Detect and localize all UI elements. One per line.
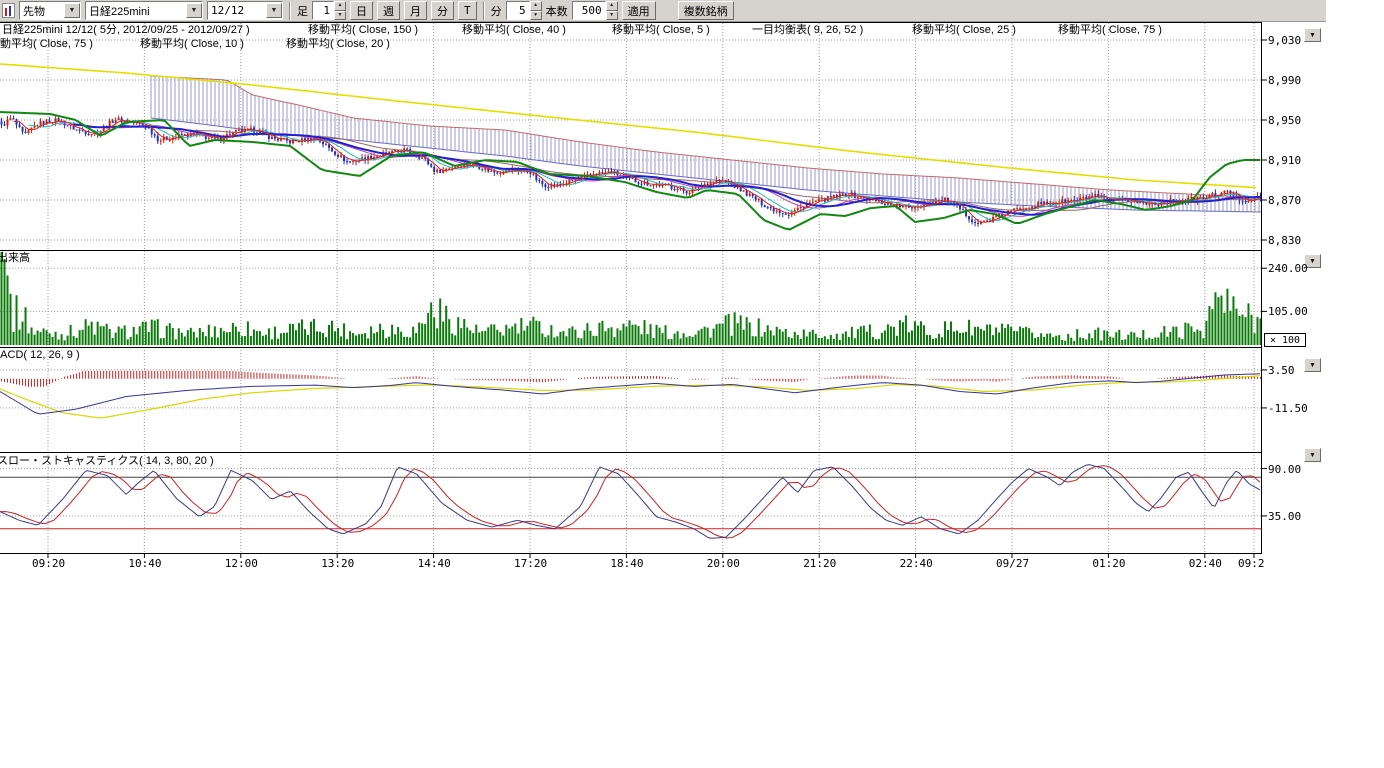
apply-button[interactable]: 適用 [622, 1, 656, 20]
price-axis-label: 8,990 [1268, 74, 1301, 87]
chevron-down-icon[interactable]: ▼ [266, 3, 282, 18]
contract-select[interactable]: 12/12 ▼ [207, 1, 283, 20]
spin-down-icon[interactable]: ▼ [334, 11, 346, 21]
chart-icon[interactable] [2, 3, 15, 18]
price-legend-item: 移動平均( Close, 20 ) [286, 38, 390, 51]
time-axis-label: 17:20 [514, 557, 547, 570]
price-axis-label: 9,030 [1268, 34, 1301, 47]
macd-panel-title: MACD( 12, 26, 9 ) [0, 349, 80, 362]
spin-down-icon[interactable]: ▼ [530, 11, 542, 21]
chevron-down-icon: ▼ [1309, 452, 1316, 459]
contract-select-value: 12/12 [211, 4, 244, 17]
spin-down-icon[interactable]: ▼ [606, 11, 618, 21]
price-axis-label: 8,910 [1268, 154, 1301, 167]
minutes-value[interactable]: 5 [506, 1, 530, 20]
price-legend-item: 移動平均( Close, 75 ) [1058, 24, 1162, 37]
stoch-axis-label: 90.00 [1268, 463, 1301, 476]
stoch-axis-label: 35.00 [1268, 510, 1301, 523]
time-axis-label: 13:20 [321, 557, 354, 570]
chart-canvas[interactable] [0, 22, 1330, 562]
period-week-button[interactable]: 週 [377, 1, 400, 20]
time-axis-label: 12:00 [225, 557, 258, 570]
period-tick-button[interactable]: T [458, 1, 477, 20]
time-axis-label: 14:40 [418, 557, 451, 570]
stoch-panel-title: スロー・ストキャスティクス( 14, 3, 80, 20 ) [0, 455, 214, 468]
price-legend-item: 移動平均( Close, 25 ) [912, 24, 1016, 37]
time-axis-label: 09:20 [32, 557, 65, 570]
volume-axis-label: 240.00 [1268, 262, 1308, 275]
spin-up-icon[interactable]: ▲ [530, 1, 542, 11]
bars-spinner[interactable]: 500 ▲ ▼ [572, 1, 618, 20]
price-legend-item: 日経225mini 12/12( 5分, 2012/09/25 - 2012/0… [2, 24, 250, 37]
price-legend-item: 一目均衡表( 9, 26, 52 ) [752, 24, 863, 37]
price-legend-item: 移動平均( Close, 75 ) [0, 38, 93, 51]
time-axis-label: 21:20 [803, 557, 836, 570]
macd-axis-label: 3.50 [1268, 364, 1295, 377]
category-select[interactable]: 先物 ▼ [19, 1, 81, 20]
chevron-down-icon: ▼ [1309, 362, 1316, 369]
category-select-value: 先物 [23, 3, 45, 19]
volume-unit-badge: × 100 [1264, 333, 1306, 347]
price-legend-item: 移動平均( Close, 150 ) [308, 24, 418, 37]
trading-chart-window: 先物 ▼ 日経225mini ▼ 12/12 ▼ 足 1 ▲ ▼ 日 週 月 分… [0, 0, 1384, 768]
period-month-button[interactable]: 月 [404, 1, 427, 20]
minutes-label: 分 [491, 3, 502, 19]
macd-panel-menu-button[interactable]: ▼ [1304, 358, 1321, 372]
toolbar-separator [483, 2, 485, 20]
spin-up-icon[interactable]: ▲ [334, 1, 346, 11]
chevron-down-icon[interactable]: ▼ [186, 3, 202, 18]
spin-up-icon[interactable]: ▲ [606, 1, 618, 11]
multi-symbol-button[interactable]: 複数銘柄 [678, 1, 734, 20]
chevron-down-icon: ▼ [1309, 32, 1316, 39]
symbol-select-value: 日経225mini [89, 3, 150, 19]
bars-label: 本数 [546, 3, 568, 19]
chevron-down-icon: ▼ [1309, 258, 1316, 265]
price-axis-label: 8,870 [1268, 194, 1301, 207]
price-axis-label: 8,830 [1268, 234, 1301, 247]
period-minute-button[interactable]: 分 [431, 1, 454, 20]
time-axis-label: 01:20 [1092, 557, 1125, 570]
time-axis-label: 20:00 [707, 557, 740, 570]
stoch-panel-menu-button[interactable]: ▼ [1304, 448, 1321, 462]
time-axis-label: 18:40 [610, 557, 643, 570]
time-axis-label: 02:40 [1189, 557, 1222, 570]
macd-axis-label: -11.50 [1268, 402, 1308, 415]
price-legend-item: 移動平均( Close, 10 ) [140, 38, 244, 51]
period-day-button[interactable]: 日 [350, 1, 373, 20]
time-axis-label: 09:2 [1238, 557, 1265, 570]
time-axis-label: 10:40 [128, 557, 161, 570]
price-legend-item: 移動平均( Close, 40 ) [462, 24, 566, 37]
bars-value[interactable]: 500 [572, 1, 606, 20]
volume-axis-label: 105.00 [1268, 305, 1308, 318]
bar-type-label: 足 [297, 3, 308, 19]
chevron-down-icon[interactable]: ▼ [64, 3, 80, 18]
toolbar: 先物 ▼ 日経225mini ▼ 12/12 ▼ 足 1 ▲ ▼ 日 週 月 分… [0, 0, 1326, 22]
time-axis-label: 22:40 [900, 557, 933, 570]
minutes-spinner[interactable]: 5 ▲ ▼ [506, 1, 542, 20]
bar-count-value[interactable]: 1 [312, 1, 334, 20]
volume-panel-title: 出来高 [0, 252, 30, 265]
bar-count-spinner[interactable]: 1 ▲ ▼ [312, 1, 346, 20]
price-panel-menu-button[interactable]: ▼ [1304, 28, 1321, 42]
price-axis-label: 8,950 [1268, 114, 1301, 127]
time-axis-label: 09/27 [996, 557, 1029, 570]
price-legend-item: 移動平均( Close, 5 ) [612, 24, 710, 37]
toolbar-separator [289, 2, 291, 20]
symbol-select[interactable]: 日経225mini ▼ [85, 1, 203, 20]
